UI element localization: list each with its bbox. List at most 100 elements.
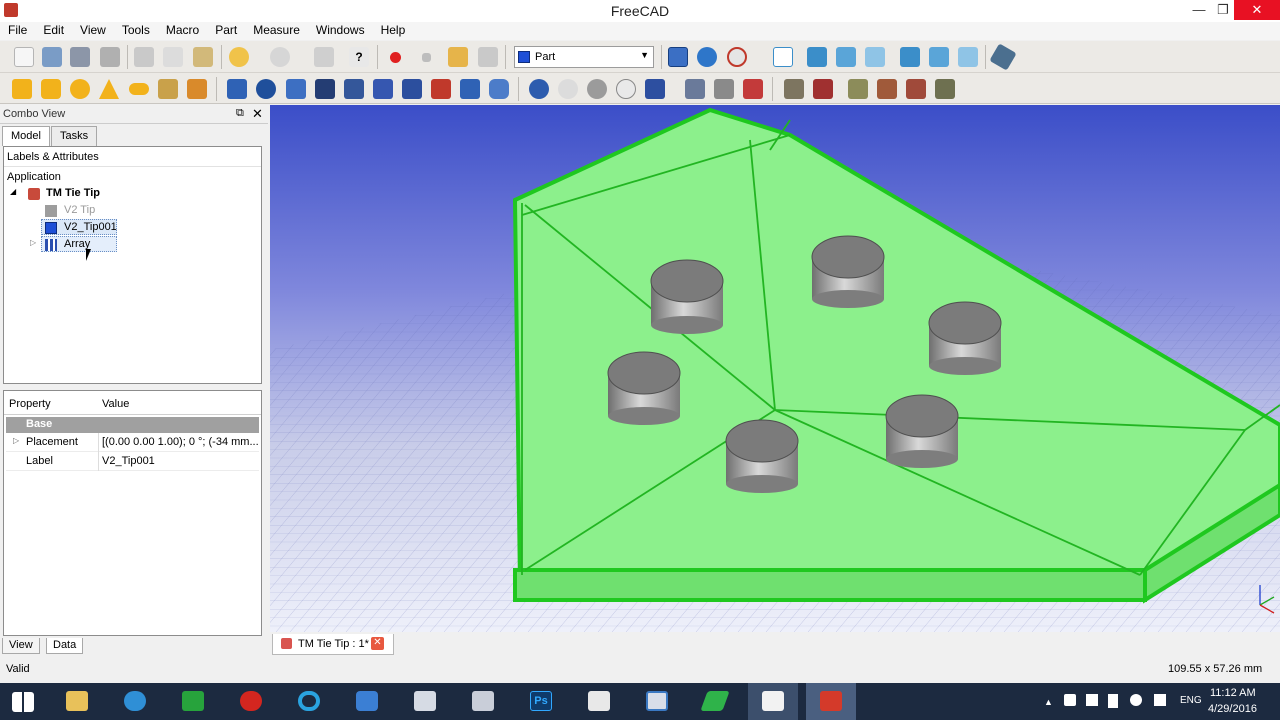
freecad-taskbar-icon[interactable] <box>806 683 856 720</box>
redo-icon[interactable] <box>270 47 290 67</box>
measure-angular-icon[interactable] <box>877 79 897 99</box>
property-value[interactable]: [(0.00 0.00 1.00); 0 °; (-34 mm... <box>102 436 260 448</box>
property-group-base[interactable]: Base <box>6 417 259 433</box>
menu-help[interactable]: Help <box>373 22 414 37</box>
fuse-icon[interactable] <box>587 79 607 99</box>
circle-app-icon[interactable] <box>284 683 334 720</box>
property-value[interactable]: V2_Tip001 <box>102 455 260 467</box>
shape-builder-icon[interactable] <box>187 79 207 99</box>
stop-macro-icon[interactable] <box>422 53 431 62</box>
show-hidden-icons[interactable]: ▲ <box>1044 697 1053 707</box>
extrude-icon[interactable] <box>227 79 247 99</box>
section-icon[interactable] <box>685 79 705 99</box>
clock-date[interactable]: 4/29/2016 <box>1208 703 1257 715</box>
document-tab[interactable]: TM Tie Tip : 1* ✕ <box>272 634 394 655</box>
sphere-icon[interactable] <box>70 79 90 99</box>
calculator-icon[interactable] <box>400 683 450 720</box>
close-tab-icon[interactable]: ✕ <box>371 637 384 650</box>
cylinder-icon[interactable] <box>41 79 61 99</box>
chamfer-icon[interactable] <box>344 79 364 99</box>
graph-app-icon[interactable] <box>458 683 508 720</box>
offset-icon[interactable] <box>460 79 480 99</box>
macros-icon[interactable] <box>448 47 468 67</box>
thickness-icon[interactable] <box>489 79 509 99</box>
rear-view-icon[interactable] <box>900 47 920 67</box>
menu-edit[interactable]: Edit <box>35 22 72 37</box>
top-view-icon[interactable] <box>836 47 856 67</box>
torus-icon[interactable] <box>129 83 149 95</box>
check-geometry-icon[interactable] <box>784 79 804 99</box>
menu-part[interactable]: Part <box>207 22 245 37</box>
tab-model[interactable]: Model <box>2 126 50 146</box>
dropbox-icon[interactable] <box>1064 694 1076 706</box>
volume-icon[interactable] <box>1154 694 1166 706</box>
paste-icon[interactable] <box>193 47 213 67</box>
fit-selection-icon[interactable] <box>697 47 717 67</box>
menu-macro[interactable]: Macro <box>158 22 207 37</box>
pen-app-icon[interactable] <box>690 683 740 720</box>
record-macro-icon[interactable] <box>390 52 401 63</box>
store-icon[interactable] <box>168 683 218 720</box>
common-icon[interactable] <box>616 79 636 99</box>
cone-icon[interactable] <box>99 79 119 99</box>
menu-windows[interactable]: Windows <box>308 22 373 37</box>
battery-icon[interactable] <box>1108 694 1118 708</box>
menu-file[interactable]: File <box>0 22 35 37</box>
wifi-icon[interactable] <box>1130 694 1142 706</box>
front-view-icon[interactable] <box>807 47 827 67</box>
internet-explorer-icon[interactable] <box>110 683 160 720</box>
measure-refresh-icon[interactable] <box>906 79 926 99</box>
save-icon[interactable] <box>70 47 90 67</box>
property-row-label[interactable]: Label V2_Tip001 <box>6 452 259 471</box>
document-app-icon[interactable] <box>632 683 682 720</box>
mirror-icon[interactable] <box>286 79 306 99</box>
3d-viewport[interactable] <box>270 105 1280 632</box>
draw-style-icon[interactable] <box>727 47 747 67</box>
fit-all-icon[interactable] <box>668 47 688 67</box>
undo-icon[interactable] <box>229 47 249 67</box>
start-button[interactable] <box>0 683 50 720</box>
photoshop-icon[interactable]: Ps <box>516 683 566 720</box>
left-view-icon[interactable] <box>958 47 978 67</box>
language-indicator[interactable]: ENG <box>1180 695 1202 706</box>
mcafee-icon[interactable] <box>226 683 276 720</box>
expand-arrow-icon[interactable]: ▷ <box>13 436 19 445</box>
workbench-selector[interactable]: Part ▼ <box>514 46 654 68</box>
measure-clear-icon[interactable] <box>935 79 955 99</box>
refresh-icon[interactable] <box>314 47 334 67</box>
new-document-icon[interactable] <box>14 47 34 67</box>
expand-triangle-icon[interactable]: ◢ <box>10 187 16 196</box>
compound-icon[interactable] <box>743 79 763 99</box>
fillet-icon[interactable] <box>315 79 335 99</box>
menu-tools[interactable]: Tools <box>114 22 158 37</box>
menu-view[interactable]: View <box>72 22 114 37</box>
network-icon[interactable] <box>1086 694 1098 706</box>
molecule-app-icon[interactable] <box>342 683 392 720</box>
right-view-icon[interactable] <box>865 47 885 67</box>
axonometric-view-icon[interactable] <box>773 47 793 67</box>
revolve-icon[interactable] <box>256 79 276 99</box>
print-icon[interactable] <box>100 47 120 67</box>
expand-arrow-icon[interactable]: ▷ <box>30 238 36 247</box>
tab-data[interactable]: Data <box>46 638 84 654</box>
defeaturing-icon[interactable] <box>813 79 833 99</box>
window-app-icon[interactable] <box>574 683 624 720</box>
close-panel-icon[interactable]: ✕ <box>252 106 263 122</box>
cut-boolean-icon[interactable] <box>558 79 578 99</box>
cube-icon[interactable] <box>12 79 32 99</box>
measure-linear-icon[interactable] <box>848 79 868 99</box>
tab-view[interactable]: View <box>2 638 40 654</box>
float-panel-icon[interactable]: ⧉ <box>236 107 244 120</box>
file-explorer-icon[interactable] <box>52 683 102 720</box>
property-row-placement[interactable]: ▷ Placement [(0.00 0.00 1.00); 0 °; (-34… <box>6 433 259 452</box>
loft-icon[interactable] <box>402 79 422 99</box>
join-features-icon[interactable] <box>645 79 665 99</box>
ruled-surface-icon[interactable] <box>373 79 393 99</box>
sweep-icon[interactable] <box>431 79 451 99</box>
cut-icon[interactable] <box>134 47 154 67</box>
bottom-view-icon[interactable] <box>929 47 949 67</box>
tab-tasks[interactable]: Tasks <box>51 126 98 146</box>
run-macro-icon[interactable] <box>478 47 498 67</box>
close-button[interactable]: ✕ <box>1234 0 1280 20</box>
menu-measure[interactable]: Measure <box>245 22 308 37</box>
